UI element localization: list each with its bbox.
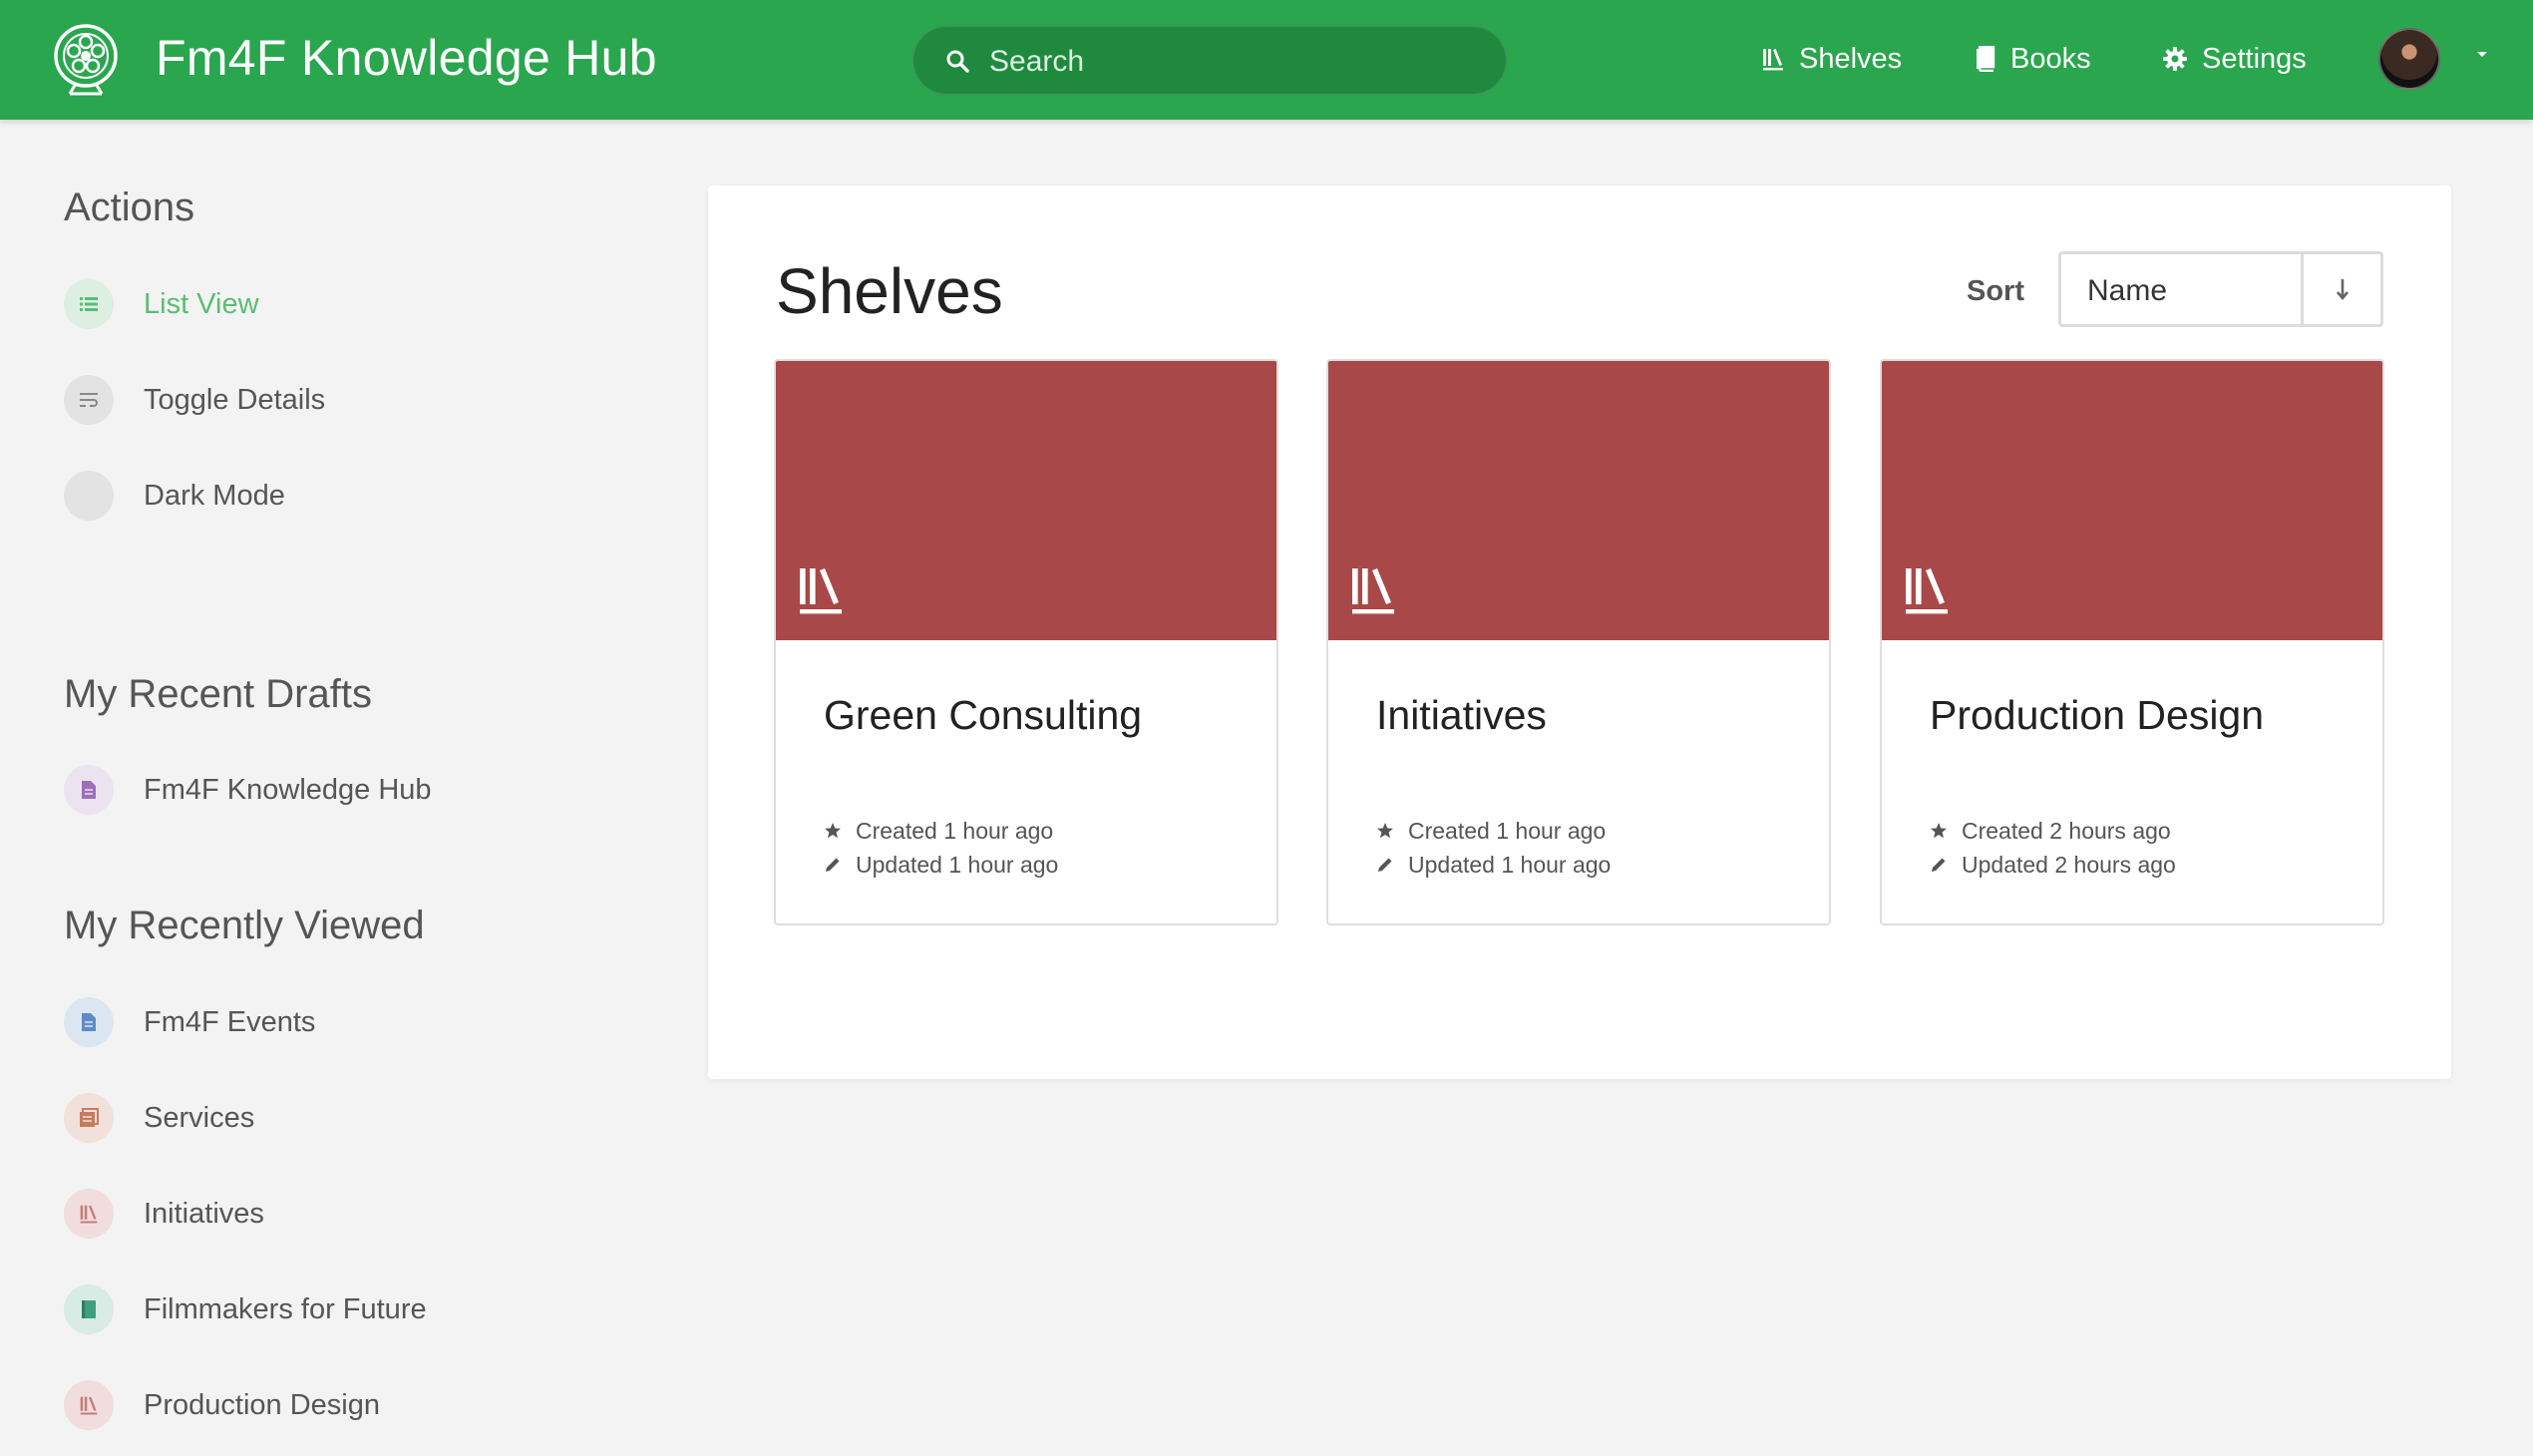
page-title: Shelves xyxy=(776,255,1003,327)
pencil-icon xyxy=(1378,858,1392,872)
created-meta: Created 1 hour ago xyxy=(824,814,1053,848)
created-text: Created 2 hours ago xyxy=(1962,817,2171,844)
book-icon xyxy=(1977,46,1995,72)
shelf-card[interactable]: Initiatives Created 1 hour ago Updated 1… xyxy=(1326,359,1831,925)
shelf-icon xyxy=(64,1380,114,1430)
shelf-cover xyxy=(1328,361,1829,640)
pencil-icon xyxy=(826,858,840,872)
shelf-icon xyxy=(1906,568,1948,614)
updated-text: Updated 1 hour ago xyxy=(1408,851,1612,878)
app-title[interactable]: Fm4F Knowledge Hub xyxy=(156,28,657,88)
shelf-icon xyxy=(64,1189,114,1239)
shelf-icon xyxy=(1763,49,1783,71)
nav-settings-label: Settings xyxy=(2202,42,2307,75)
updated-meta: Updated 1 hour ago xyxy=(824,848,1058,882)
nav-shelves-link[interactable]: Shelves xyxy=(1761,36,1902,82)
draft-item[interactable]: Fm4F Knowledge Hub xyxy=(64,765,432,815)
nav-books-link[interactable]: Books xyxy=(1975,36,2091,82)
created-text: Created 1 hour ago xyxy=(1408,817,1607,844)
viewed-item-label: Services xyxy=(144,1101,255,1134)
chapter-icon xyxy=(64,1093,114,1143)
shelf-name[interactable]: Green Consulting xyxy=(824,690,1142,740)
list-icon xyxy=(64,279,114,329)
shelves-panel: Shelves Sort Name Green Consulting Creat… xyxy=(708,185,2451,1079)
nav-settings-link[interactable]: Settings xyxy=(2162,36,2307,82)
search-input[interactable] xyxy=(989,37,1488,87)
details-icon xyxy=(64,375,114,425)
created-text: Created 1 hour ago xyxy=(856,817,1054,844)
caret-down-icon[interactable] xyxy=(2475,50,2489,60)
created-meta: Created 1 hour ago xyxy=(1376,814,1606,848)
star-icon xyxy=(825,823,841,839)
viewed-item-production-design[interactable]: Production Design xyxy=(64,1380,380,1430)
toggle-details-action[interactable]: Toggle Details xyxy=(64,375,325,425)
shelf-icon xyxy=(800,568,842,614)
recently-viewed-heading: My Recently Viewed xyxy=(64,904,425,947)
nav-shelves-label: Shelves xyxy=(1799,42,1903,75)
star-icon xyxy=(1931,823,1947,839)
top-header: Fm4F Knowledge Hub Shelves Books xyxy=(0,0,2533,120)
draft-item-label: Fm4F Knowledge Hub xyxy=(144,773,432,806)
sort-select[interactable]: Name xyxy=(2087,274,2167,308)
viewed-item-label: Initiatives xyxy=(144,1197,264,1230)
book-icon xyxy=(64,1284,114,1334)
updated-text: Updated 2 hours ago xyxy=(1962,851,2176,878)
viewed-item-label: Fm4F Events xyxy=(144,1005,316,1038)
pencil-icon xyxy=(1932,858,1946,872)
sort-control: Name xyxy=(2058,251,2383,327)
search-icon xyxy=(946,50,969,73)
star-icon xyxy=(1377,823,1393,839)
recent-drafts-heading: My Recent Drafts xyxy=(64,672,372,716)
viewed-item-label: Filmmakers for Future xyxy=(144,1292,427,1325)
shelf-name[interactable]: Initiatives xyxy=(1376,690,1547,740)
viewed-item-label: Production Design xyxy=(144,1388,380,1421)
dark-mode-label: Dark Mode xyxy=(144,479,285,512)
actions-heading: Actions xyxy=(64,185,195,229)
page-icon xyxy=(64,765,114,815)
list-view-label: List View xyxy=(144,287,259,320)
sort-label: Sort xyxy=(1967,275,2024,307)
created-meta: Created 2 hours ago xyxy=(1930,814,2171,848)
shelf-icon xyxy=(1352,568,1394,614)
updated-meta: Updated 1 hour ago xyxy=(1376,848,1611,882)
moon-icon xyxy=(64,471,114,521)
sort-direction-button[interactable] xyxy=(2304,254,2380,324)
viewed-item-filmmakers-for-future[interactable]: Filmmakers for Future xyxy=(64,1284,427,1334)
nav-books-label: Books xyxy=(2010,42,2091,75)
page-icon xyxy=(64,997,114,1047)
dark-mode-action[interactable]: Dark Mode xyxy=(64,471,285,521)
user-avatar[interactable] xyxy=(2378,28,2440,90)
viewed-item-fm4f-events[interactable]: Fm4F Events xyxy=(64,997,315,1047)
gear-icon xyxy=(2163,47,2187,71)
arrow-down-icon xyxy=(2336,279,2349,301)
list-view-action[interactable]: List View xyxy=(64,279,259,329)
viewed-item-services[interactable]: Services xyxy=(64,1093,254,1143)
updated-text: Updated 1 hour ago xyxy=(856,851,1059,878)
updated-meta: Updated 2 hours ago xyxy=(1930,848,2176,882)
shelf-name[interactable]: Production Design xyxy=(1930,690,2264,740)
viewed-item-initiatives[interactable]: Initiatives xyxy=(64,1189,264,1239)
toggle-details-label: Toggle Details xyxy=(144,383,326,416)
search-bar[interactable] xyxy=(911,25,1508,96)
shelf-card[interactable]: Production Design Created 2 hours ago Up… xyxy=(1880,359,2384,925)
shelf-cover xyxy=(1882,361,2382,640)
logo-icon[interactable] xyxy=(50,22,122,98)
shelf-cover xyxy=(776,361,1276,640)
shelf-card[interactable]: Green Consulting Created 1 hour ago Upda… xyxy=(774,359,1278,925)
